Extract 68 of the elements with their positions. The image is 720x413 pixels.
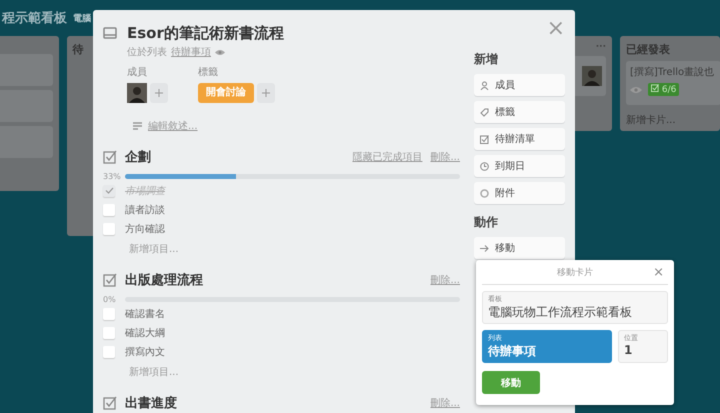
board-card[interactable]: [撰寫]Trello畫說也 6/6: [626, 61, 720, 105]
checklist-item: 方向確認: [125, 222, 165, 236]
person-icon: [480, 80, 489, 90]
close-button[interactable]: ×: [546, 18, 565, 40]
plus-icon: [155, 89, 163, 97]
add-tag-button[interactable]: 標籤: [474, 101, 565, 123]
checklist-title[interactable]: 出書進度: [125, 394, 177, 412]
checklist-icon: [103, 273, 117, 287]
checkbox[interactable]: [103, 184, 115, 196]
avatar: [582, 66, 602, 86]
checklist-icon: [480, 134, 489, 144]
hide-completed-link[interactable]: 隱藏已完成項目: [352, 150, 422, 164]
checkbox[interactable]: [103, 326, 115, 338]
checklist-icon: [103, 150, 117, 164]
checklist-title[interactable]: 出版處理流程: [125, 271, 203, 289]
board-menu-link[interactable]: 電腦: [73, 12, 91, 24]
list-link[interactable]: 待辦事項: [171, 45, 211, 59]
add-heading: 新增: [474, 51, 499, 68]
delete-link[interactable]: 刪除...: [430, 273, 460, 287]
members-label: 成員: [127, 66, 148, 79]
checklist-item: 撰寫內文: [125, 346, 165, 358]
list-title: ···: [596, 42, 606, 52]
checkbox[interactable]: [103, 204, 115, 216]
popup-title: 移動卡片: [557, 266, 593, 278]
move-submit-button[interactable]: 移動: [482, 371, 540, 394]
delete-link[interactable]: 刪除...: [430, 396, 460, 410]
close-button[interactable]: ×: [653, 264, 664, 280]
add-item-link[interactable]: 新增項目...: [129, 242, 460, 256]
card-icon: [103, 27, 117, 39]
delete-link[interactable]: 刪除...: [430, 150, 460, 164]
avatar: [127, 83, 147, 103]
add-item-link[interactable]: 新增項目...: [129, 365, 460, 379]
eye-icon: [630, 86, 642, 94]
add-label-button[interactable]: [257, 83, 275, 103]
edit-description-link[interactable]: 編輯敘述...: [148, 119, 198, 133]
add-member-button[interactable]: [150, 83, 168, 103]
actions-heading: 動作: [474, 214, 499, 231]
add-clip-button[interactable]: 附件: [474, 182, 565, 204]
checklist-item: 確認大綱: [125, 326, 165, 340]
checklist-item: 確認書名: [125, 308, 165, 320]
checklist-item: 市場調查: [125, 184, 165, 198]
description-icon: [133, 122, 142, 130]
checklist-title[interactable]: 企劃: [125, 148, 151, 166]
move-button[interactable]: 移動: [474, 237, 565, 259]
board-title: 程示範看板: [2, 10, 67, 27]
plus-icon: [262, 89, 270, 97]
list-title: 已經發表: [626, 42, 670, 57]
checkbox[interactable]: [103, 308, 115, 320]
clock-icon: [480, 162, 489, 170]
tag-icon: [480, 108, 489, 116]
checkbox[interactable]: [103, 222, 115, 234]
list-title: 待: [72, 42, 84, 57]
eye-icon: [215, 48, 225, 56]
arrow-icon: [480, 244, 489, 252]
progress-percent: 33%: [103, 172, 119, 181]
checklist-item: 讀者訪談: [125, 204, 165, 216]
checklist-icon: [103, 396, 117, 410]
list-prefix: 位於列表: [127, 46, 167, 59]
add-card-link[interactable]: 新增卡片...: [626, 113, 714, 127]
progress-percent: 0%: [103, 295, 117, 304]
add-checklist-button[interactable]: 待辦清單: [474, 128, 565, 150]
card-label[interactable]: 開會討論: [198, 83, 254, 103]
checkbox[interactable]: [103, 346, 115, 358]
card-title[interactable]: Esor的筆記術新書流程: [127, 24, 284, 43]
checklist-badge: 6/6: [648, 83, 680, 96]
add-person-button[interactable]: 成員: [474, 74, 565, 96]
add-clock-button[interactable]: 到期日: [474, 155, 565, 177]
labels-label: 標籤: [198, 66, 219, 79]
